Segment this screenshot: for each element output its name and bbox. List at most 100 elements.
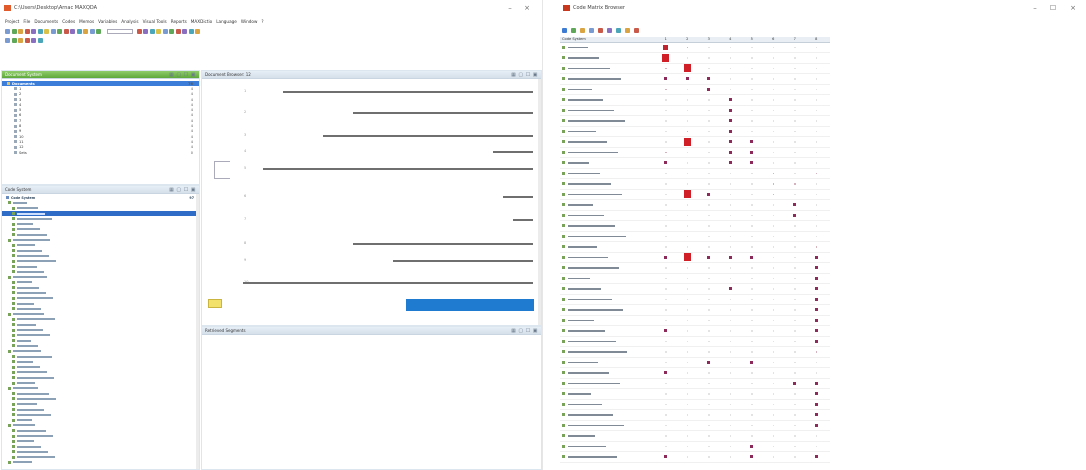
- matrix-cell[interactable]: [784, 158, 806, 169]
- matrix-row[interactable]: [560, 420, 830, 431]
- matrix-cell[interactable]: [698, 263, 720, 274]
- toolbar-icon[interactable]: [83, 29, 88, 34]
- matrix-cell[interactable]: [720, 158, 742, 169]
- matrix-cell[interactable]: [677, 389, 699, 400]
- matrix-cell[interactable]: [698, 63, 720, 74]
- matrix-cell[interactable]: [784, 200, 806, 211]
- matrix-cell[interactable]: [741, 179, 763, 190]
- matrix-cell[interactable]: [720, 315, 742, 326]
- matrix-cell[interactable]: [655, 284, 677, 295]
- matrix-cell[interactable]: [655, 158, 677, 169]
- matrix-row[interactable]: [560, 42, 830, 53]
- matrix-row[interactable]: [560, 126, 830, 137]
- matrix-cell[interactable]: [806, 189, 828, 200]
- matrix-toolbar-icon[interactable]: [607, 27, 612, 33]
- matrix-cell[interactable]: [677, 326, 699, 337]
- matrix-cell[interactable]: [698, 273, 720, 284]
- matrix-cell[interactable]: [698, 347, 720, 358]
- matrix-cell[interactable]: [806, 284, 828, 295]
- matrix-cell[interactable]: [741, 231, 763, 242]
- matrix-cell[interactable]: [741, 368, 763, 379]
- matrix-cell[interactable]: [763, 126, 785, 137]
- matrix-cell[interactable]: [698, 126, 720, 137]
- matrix-toolbar-icon[interactable]: [616, 27, 621, 33]
- matrix-cell[interactable]: [763, 410, 785, 421]
- matrix-cell[interactable]: [784, 326, 806, 337]
- matrix-cell[interactable]: [741, 441, 763, 452]
- matrix-cell[interactable]: [763, 200, 785, 211]
- matrix-cell[interactable]: [720, 179, 742, 190]
- matrix-cell[interactable]: [806, 95, 828, 106]
- matrix-cell[interactable]: [763, 137, 785, 148]
- matrix-cell[interactable]: [655, 168, 677, 179]
- matrix-cell[interactable]: [784, 284, 806, 295]
- matrix-cell[interactable]: [677, 242, 699, 253]
- matrix-cell[interactable]: [784, 210, 806, 221]
- matrix-cell[interactable]: [720, 53, 742, 64]
- matrix-cell[interactable]: [698, 84, 720, 95]
- matrix-cell[interactable]: [741, 126, 763, 137]
- matrix-cell[interactable]: [763, 189, 785, 200]
- matrix-cell[interactable]: [698, 242, 720, 253]
- menu-item[interactable]: Visual Tools: [143, 19, 167, 24]
- toolbar-icon[interactable]: [143, 29, 148, 34]
- matrix-cell[interactable]: [655, 294, 677, 305]
- matrix-toolbar-icon[interactable]: [580, 27, 585, 33]
- matrix-row[interactable]: [560, 294, 830, 305]
- matrix-cell[interactable]: [784, 294, 806, 305]
- matrix-cell[interactable]: [784, 126, 806, 137]
- matrix-cell[interactable]: [698, 231, 720, 242]
- matrix-cell[interactable]: [741, 263, 763, 274]
- matrix-cell[interactable]: [655, 95, 677, 106]
- matrix-cell[interactable]: [655, 378, 677, 389]
- matrix-cell[interactable]: [655, 315, 677, 326]
- matrix-cell[interactable]: [720, 63, 742, 74]
- matrix-toolbar-icon[interactable]: [634, 27, 639, 33]
- matrix-cell[interactable]: [677, 137, 699, 148]
- matrix-cell[interactable]: [720, 189, 742, 200]
- toolbar-icon[interactable]: [5, 29, 10, 34]
- matrix-cell[interactable]: [784, 42, 806, 53]
- matrix-cell[interactable]: [784, 147, 806, 158]
- matrix-cell[interactable]: [677, 158, 699, 169]
- matrix-cell[interactable]: [784, 53, 806, 64]
- matrix-cell[interactable]: [763, 357, 785, 368]
- matrix-cell[interactable]: [698, 368, 720, 379]
- matrix-cell[interactable]: [784, 305, 806, 316]
- matrix-cell[interactable]: [720, 147, 742, 158]
- matrix-cell[interactable]: [784, 189, 806, 200]
- matrix-cell[interactable]: [763, 315, 785, 326]
- matrix-cell[interactable]: [806, 74, 828, 85]
- matrix-cell[interactable]: [655, 221, 677, 232]
- matrix-cell[interactable]: [677, 252, 699, 263]
- matrix-cell[interactable]: [806, 399, 828, 410]
- matrix-row[interactable]: [560, 84, 830, 95]
- text-selection[interactable]: [406, 299, 534, 311]
- matrix-cell[interactable]: [655, 410, 677, 421]
- matrix-cell[interactable]: [806, 326, 828, 337]
- matrix-cell[interactable]: [698, 74, 720, 85]
- matrix-cell[interactable]: [655, 137, 677, 148]
- document-browser-tools-icon[interactable]: ▦ ▢ ☐ ▣: [511, 72, 538, 78]
- matrix-cell[interactable]: [655, 210, 677, 221]
- matrix-cell[interactable]: [698, 252, 720, 263]
- matrix-row[interactable]: [560, 53, 830, 64]
- matrix-cell[interactable]: [806, 378, 828, 389]
- matrix-cell[interactable]: [720, 378, 742, 389]
- toolbar-icon[interactable]: [44, 29, 49, 34]
- matrix-cell[interactable]: [784, 336, 806, 347]
- toolbar-icon[interactable]: [18, 29, 23, 34]
- matrix-cell[interactable]: [677, 168, 699, 179]
- matrix-cell[interactable]: [677, 410, 699, 421]
- matrix-toolbar-icon[interactable]: [589, 27, 594, 33]
- matrix-cell[interactable]: [720, 42, 742, 53]
- menu-item[interactable]: ?: [261, 19, 263, 24]
- matrix-row[interactable]: [560, 147, 830, 158]
- matrix-toolbar-icon[interactable]: [598, 27, 603, 33]
- matrix-cell[interactable]: [741, 336, 763, 347]
- matrix-cell[interactable]: [720, 420, 742, 431]
- matrix-cell[interactable]: [655, 189, 677, 200]
- matrix-toolbar-icon[interactable]: [571, 27, 576, 33]
- matrix-cell[interactable]: [784, 368, 806, 379]
- matrix-cell[interactable]: [784, 315, 806, 326]
